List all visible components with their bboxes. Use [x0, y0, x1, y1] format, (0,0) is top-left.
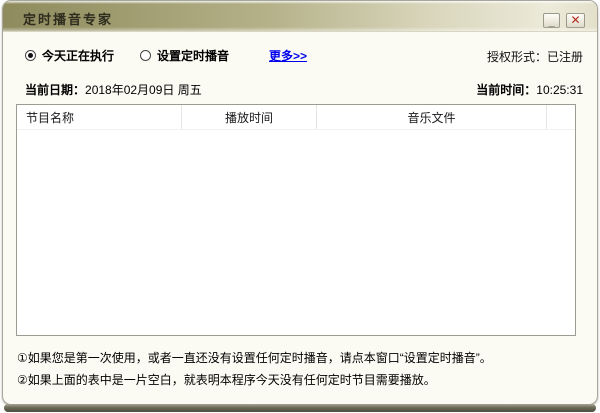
help-note-1: ①如果您是第一次使用，或者一直还没有设置任何定时播音，请点本窗口“设置定时播音”…	[17, 347, 587, 369]
current-date-value: 2018年02月09日 周五	[85, 83, 202, 97]
license-status: 授权形式：已注册	[487, 48, 583, 65]
radio-setup-label: 设置定时播音	[157, 47, 229, 64]
window-title: 定时播音专家	[23, 9, 113, 28]
current-time: 当前时间：10:25:31	[476, 81, 583, 98]
more-link[interactable]: 更多>>	[269, 47, 307, 64]
column-header-spacer	[547, 105, 575, 129]
radio-setup-broadcast[interactable]: 设置定时播音	[140, 47, 229, 64]
minimize-icon: _	[548, 17, 554, 28]
schedule-table-header: 节目名称 播放时间 音乐文件	[17, 105, 575, 130]
current-date-label: 当前日期：	[25, 83, 85, 97]
radio-checked-icon[interactable]	[25, 50, 36, 61]
help-notes: ①如果您是第一次使用，或者一直还没有设置任何定时播音，请点本窗口“设置定时播音”…	[17, 347, 587, 391]
radio-today-label: 今天正在执行	[42, 47, 114, 64]
current-date: 当前日期：2018年02月09日 周五	[25, 81, 202, 98]
schedule-table[interactable]: 节目名称 播放时间 音乐文件	[16, 104, 576, 336]
app-window: 定时播音专家 _ ✕ 今天正在执行 设置定时播音 更多>> 授权形式：已注册	[2, 0, 598, 405]
title-bar[interactable]: 定时播音专家 _ ✕	[3, 1, 597, 32]
column-header-play-time[interactable]: 播放时间	[182, 105, 317, 129]
close-button[interactable]: ✕	[566, 13, 585, 28]
radio-unchecked-icon[interactable]	[140, 50, 151, 61]
current-time-label: 当前时间：	[476, 83, 536, 97]
status-row: 当前日期：2018年02月09日 周五 当前时间：10:25:31	[25, 81, 583, 97]
radio-today-executing[interactable]: 今天正在执行	[25, 47, 114, 64]
help-note-2: ②如果上面的表中是一片空白，就表明本程序今天没有任何定时节目需要播放。	[17, 369, 587, 391]
controls-row: 今天正在执行 设置定时播音 更多>> 授权形式：已注册	[17, 47, 583, 65]
column-header-program-name[interactable]: 节目名称	[17, 105, 182, 129]
column-header-music-file[interactable]: 音乐文件	[317, 105, 547, 129]
minimize-button[interactable]: _	[543, 13, 560, 28]
window-content: 今天正在执行 设置定时播音 更多>> 授权形式：已注册 当前日期：2018年02…	[3, 33, 597, 404]
window-bottom-shadow	[4, 404, 596, 412]
close-icon: ✕	[570, 15, 580, 26]
view-mode-radio-group: 今天正在执行 设置定时播音 更多>>	[25, 47, 307, 64]
schedule-table-body[interactable]	[17, 130, 575, 335]
current-time-value: 10:25:31	[536, 83, 583, 97]
